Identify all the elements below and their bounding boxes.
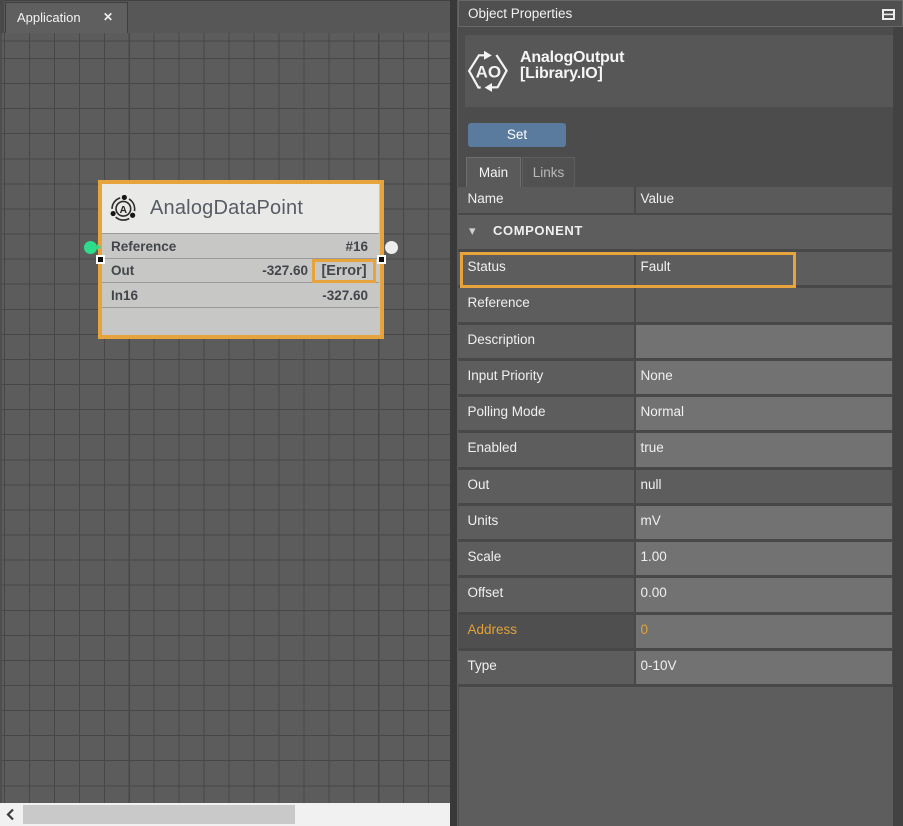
svg-text:AO: AO <box>476 63 502 82</box>
svg-text:A: A <box>120 205 128 216</box>
